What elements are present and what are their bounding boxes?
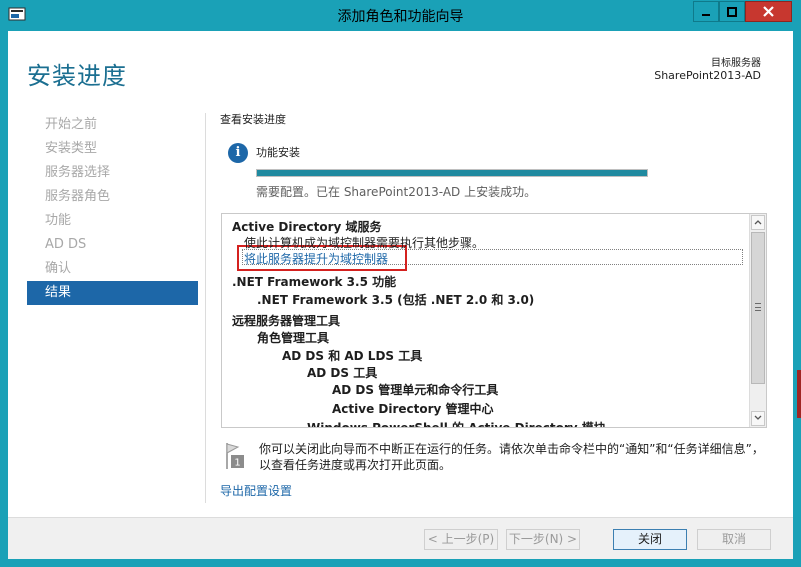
close-button[interactable]: 关闭 bbox=[613, 529, 687, 550]
results-list[interactable]: Active Directory 域服务 使此计算机成为域控制器需要执行其他步骤… bbox=[221, 213, 767, 428]
install-progress-bar bbox=[256, 169, 648, 177]
nav-item-results[interactable]: 结果 bbox=[27, 281, 198, 305]
result-item: .NET Framework 3.5 (包括 .NET 2.0 和 3.0) bbox=[257, 293, 535, 307]
nav-item-features[interactable]: 功能 bbox=[27, 209, 198, 233]
section-title: 查看安装进度 bbox=[220, 113, 286, 126]
wizard-window: 添加角色和功能向导 安装进度 目标服务器 SharePoint2013-AD 开… bbox=[0, 0, 801, 567]
target-server-name: SharePoint2013-AD bbox=[654, 69, 761, 82]
result-item: AD DS 管理单元和命令行工具 bbox=[332, 383, 499, 397]
chevron-up-icon bbox=[754, 220, 762, 225]
scroll-thumb[interactable] bbox=[751, 232, 765, 384]
cancel-button[interactable]: 取消 bbox=[697, 529, 771, 550]
result-item: AD DS 和 AD LDS 工具 bbox=[282, 349, 423, 363]
result-item: 角色管理工具 bbox=[257, 331, 330, 345]
result-item: 使此计算机成为域控制器需要执行其他步骤。 bbox=[244, 236, 485, 250]
result-item: .NET Framework 3.5 功能 bbox=[232, 275, 397, 289]
result-item: Windows PowerShell 的 Active Directory 模块 bbox=[307, 419, 606, 427]
info-icon: i bbox=[228, 143, 248, 163]
wizard-nav: 开始之前 安装类型 服务器选择 服务器角色 功能 AD DS 确认 结果 bbox=[27, 113, 198, 305]
window-title: 添加角色和功能向导 bbox=[337, 9, 464, 25]
result-item: Active Directory 域服务 bbox=[232, 220, 382, 234]
target-server-label: 目标服务器 bbox=[711, 58, 761, 69]
results-viewport: Active Directory 域服务 使此计算机成为域控制器需要执行其他步骤… bbox=[222, 214, 749, 427]
promote-to-dc-link[interactable]: 将此服务器提升为域控制器 bbox=[244, 250, 388, 267]
nav-item-before-you-begin[interactable]: 开始之前 bbox=[27, 113, 198, 137]
chevron-down-icon bbox=[754, 415, 762, 420]
background-window-edge bbox=[797, 370, 801, 418]
page-title: 安装进度 bbox=[27, 62, 127, 90]
notification-badge-count: 1 bbox=[234, 458, 240, 469]
window-close-button[interactable] bbox=[745, 1, 792, 22]
wizard-content: 安装进度 目标服务器 SharePoint2013-AD 开始之前 安装类型 服… bbox=[8, 31, 793, 559]
progress-fill bbox=[257, 170, 647, 176]
nav-item-installation-type[interactable]: 安装类型 bbox=[27, 137, 198, 161]
nav-item-ad-ds[interactable]: AD DS bbox=[27, 233, 198, 257]
nav-item-server-roles[interactable]: 服务器角色 bbox=[27, 185, 198, 209]
nav-item-confirmation[interactable]: 确认 bbox=[27, 257, 198, 281]
nav-divider bbox=[205, 113, 206, 503]
maximize-icon bbox=[727, 6, 737, 17]
result-item: AD DS 工具 bbox=[307, 366, 378, 380]
result-item: Active Directory 管理中心 bbox=[332, 402, 494, 416]
install-status-text: 需要配置。已在 SharePoint2013-AD 上安装成功。 bbox=[256, 185, 537, 199]
background-task-note: 你可以关闭此向导而不中断正在运行的任务。请依次单击命令栏中的“通知”和“任务详细… bbox=[259, 442, 764, 472]
nav-item-server-selection[interactable]: 服务器选择 bbox=[27, 161, 198, 185]
minimize-icon bbox=[702, 13, 710, 16]
export-config-link[interactable]: 导出配置设置 bbox=[220, 482, 292, 499]
scroll-up-button[interactable] bbox=[751, 215, 765, 230]
feature-install-label: 功能安装 bbox=[256, 146, 300, 159]
wizard-footer: < 上一步(P) 下一步(N) > 关闭 取消 bbox=[8, 517, 793, 559]
notification-flag-icon: 1 bbox=[226, 443, 244, 469]
close-icon bbox=[763, 6, 774, 17]
maximize-button[interactable] bbox=[719, 1, 745, 22]
title-bar[interactable]: 添加角色和功能向导 bbox=[0, 0, 801, 30]
previous-button[interactable]: < 上一步(P) bbox=[424, 529, 498, 550]
result-item: 远程服务器管理工具 bbox=[232, 314, 341, 328]
next-button[interactable]: 下一步(N) > bbox=[506, 529, 580, 550]
results-scrollbar[interactable] bbox=[749, 214, 766, 427]
scroll-down-button[interactable] bbox=[751, 411, 765, 426]
grip-icon bbox=[755, 303, 761, 311]
minimize-button[interactable] bbox=[693, 1, 719, 22]
